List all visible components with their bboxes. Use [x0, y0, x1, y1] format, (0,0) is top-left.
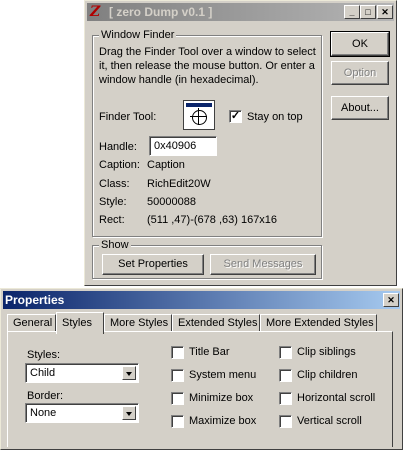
close-icon[interactable]: ✕ [383, 293, 399, 307]
maximize-box-checkbox[interactable] [171, 415, 184, 428]
option-button[interactable]: Option [331, 61, 389, 85]
clip-children-label[interactable]: Clip children [297, 369, 358, 381]
system-menu-checkbox[interactable] [171, 369, 184, 382]
finder-tool-icon[interactable] [183, 100, 215, 130]
window-finder-group: Window Finder Drag the Finder Tool over … [92, 29, 322, 237]
properties-titlebar[interactable]: Properties ✕ [3, 291, 400, 309]
horizontal-scroll-label[interactable]: Horizontal scroll [297, 392, 375, 404]
minimize-icon[interactable]: _ [344, 5, 360, 19]
chevron-down-icon[interactable] [122, 406, 136, 420]
handle-input[interactable]: 0x40906 [149, 136, 217, 156]
class-label: Class: [99, 178, 130, 190]
close-icon[interactable]: ✕ [377, 5, 393, 19]
rect-label: Rect: [99, 214, 125, 226]
title-bar-checkbox[interactable] [171, 346, 184, 359]
style-value: 50000088 [147, 196, 196, 208]
show-label: Show [99, 239, 131, 251]
ok-button[interactable]: OK [330, 31, 390, 57]
finder-tool-label: Finder Tool: [99, 111, 157, 123]
clip-siblings-checkbox[interactable] [279, 346, 292, 359]
handle-label: Handle: [99, 141, 137, 153]
title-bar-label[interactable]: Title Bar [189, 346, 230, 358]
tab-more-extended-styles[interactable]: More Extended Styles [260, 314, 377, 332]
finder-instructions: Drag the Finder Tool over a window to se… [99, 46, 316, 86]
caption-label: Caption: [99, 159, 140, 171]
stay-on-top-label[interactable]: Stay on top [247, 111, 303, 123]
tab-styles[interactable]: Styles [56, 312, 104, 334]
main-titlebar[interactable]: Z [ zero Dump v0.1 ] _ □ ✕ [87, 3, 394, 21]
minimize-box-checkbox[interactable] [171, 392, 184, 405]
vertical-scroll-label[interactable]: Vertical scroll [297, 415, 362, 427]
clip-children-checkbox[interactable] [279, 369, 292, 382]
vertical-scroll-checkbox[interactable] [279, 415, 292, 428]
caption-value: Caption [147, 159, 185, 171]
maximize-icon[interactable]: □ [360, 5, 376, 19]
show-group: Show Set Properties Send Messages [92, 239, 322, 279]
border-label: Border: [27, 390, 64, 402]
set-properties-button[interactable]: Set Properties [102, 254, 204, 275]
stay-on-top-checkbox[interactable]: ✓ [229, 110, 242, 123]
tab-extended-styles[interactable]: Extended Styles [172, 314, 260, 332]
class-value: RichEdit20W [147, 178, 211, 190]
horizontal-scroll-checkbox[interactable] [279, 392, 292, 405]
style-label: Style: [99, 196, 127, 208]
app-logo-icon: Z [90, 4, 101, 20]
tab-more-styles[interactable]: More Styles [104, 314, 172, 332]
styles-label: Styles: [27, 349, 61, 361]
tab-strip: General Styles More Styles Extended Styl… [7, 312, 397, 334]
clip-siblings-label[interactable]: Clip siblings [297, 346, 356, 358]
window-finder-label: Window Finder [99, 29, 177, 41]
border-select[interactable]: None [25, 403, 139, 423]
styles-select[interactable]: Child [25, 363, 139, 383]
rect-value: (511 ,47)-(678 ,63) 167x16 [147, 214, 278, 226]
minimize-box-label[interactable]: Minimize box [189, 392, 253, 404]
maximize-box-label[interactable]: Maximize box [189, 415, 256, 427]
properties-window: Properties ✕ General Styles More Styles … [0, 288, 403, 450]
system-menu-label[interactable]: System menu [189, 369, 256, 381]
chevron-down-icon[interactable] [122, 366, 136, 380]
main-window: Z [ zero Dump v0.1 ] _ □ ✕ Window Finder… [84, 0, 397, 286]
send-messages-button[interactable]: Send Messages [210, 254, 316, 275]
properties-title: Properties [5, 293, 65, 307]
about-button[interactable]: About... [331, 96, 389, 120]
tab-general[interactable]: General [7, 314, 56, 332]
window-title: [ zero Dump v0.1 ] [109, 5, 213, 19]
